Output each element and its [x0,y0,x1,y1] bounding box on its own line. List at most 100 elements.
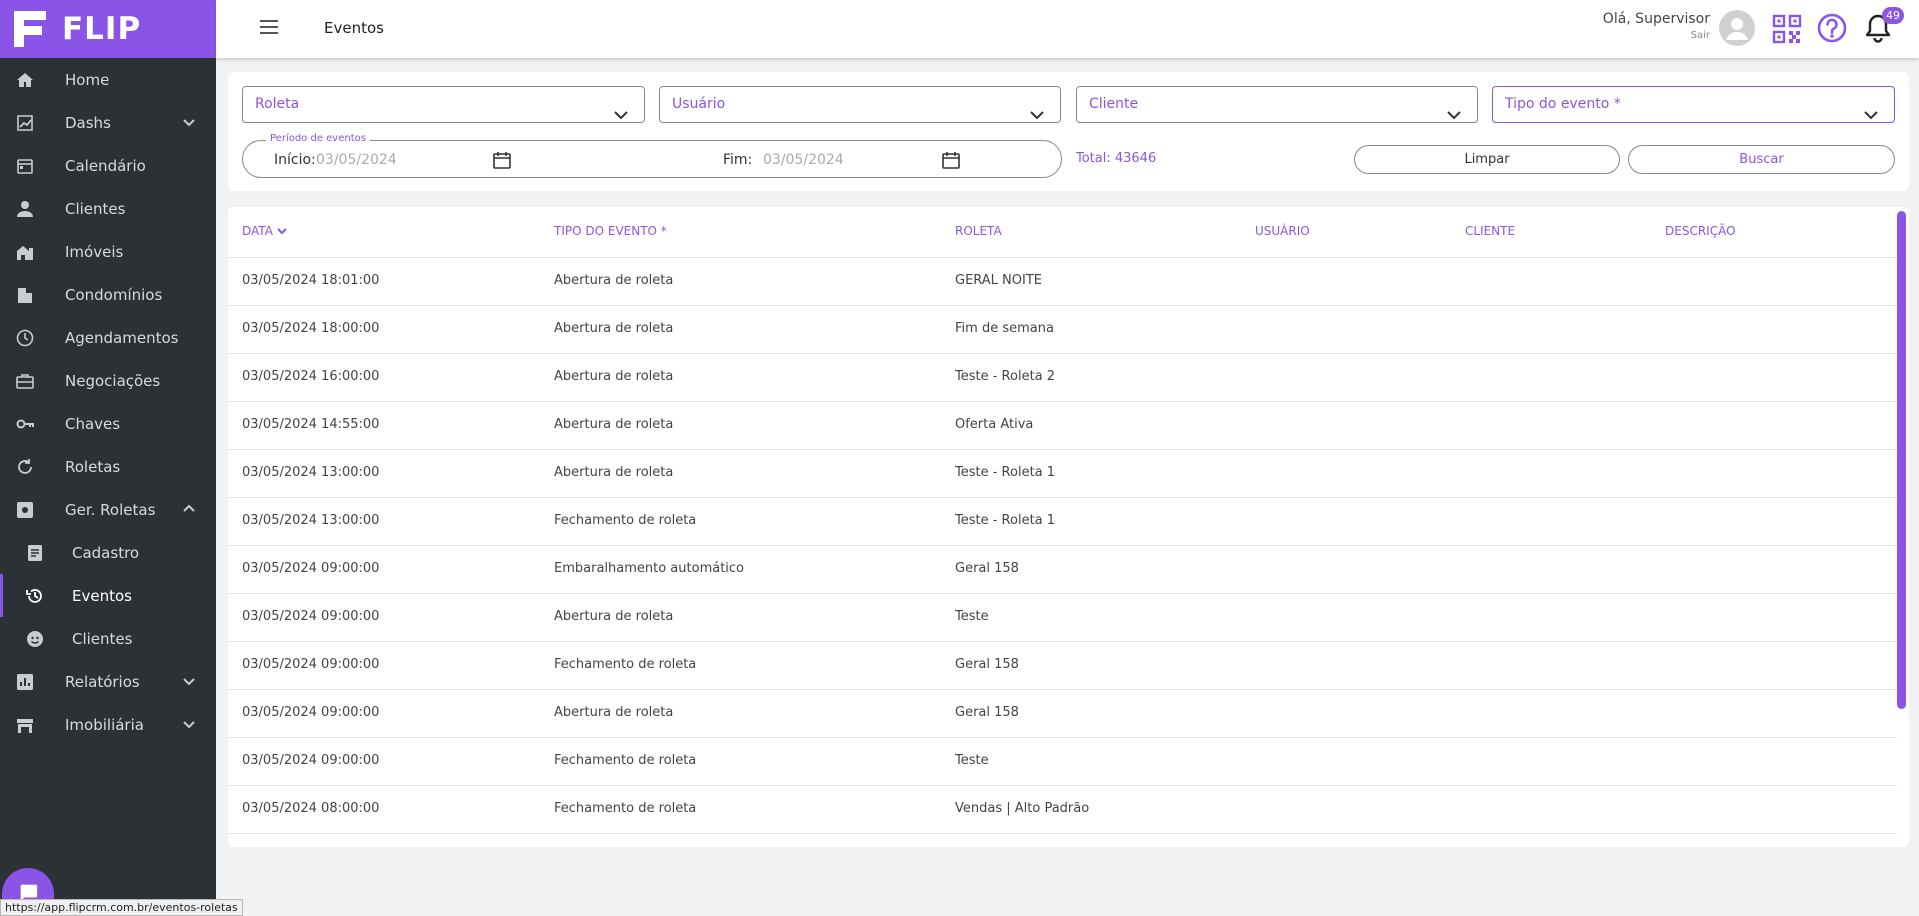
start-calendar-icon[interactable] [492,150,512,170]
history-icon [26,587,44,605]
table-row[interactable]: 03/05/2024 18:01:00 Abertura de roleta GER… [228,258,1897,306]
sidebar-item-label: Dashs [65,113,111,132]
logo[interactable]: FLIP [0,0,216,58]
table-row[interactable]: 03/05/2024 09:00:00 Abertura de roleta Tes… [228,594,1897,642]
column-header-cliente[interactable]: CLIENTE [1465,224,1515,238]
sidebar-item-roletas[interactable]: Roletas [0,445,216,488]
table-cell: 03/05/2024 09:00:00 [242,753,380,768]
sidebar-item-label: Agendamentos [65,328,179,347]
table-cell: 03/05/2024 13:00:00 [242,513,380,528]
menu-icon[interactable] [260,20,278,34]
end-calendar-icon[interactable] [941,150,961,170]
chevron-down-icon [614,99,628,120]
search-button[interactable]: Buscar [1628,145,1895,174]
sidebar-item-label: Relatórios [65,672,140,691]
table-cell: Oferta Ativa [955,417,1034,432]
tipo-evento-select-label: Tipo do evento * [1505,96,1621,112]
sidebar-item-relatorios[interactable]: Relatórios [0,660,216,703]
table-cell: 03/05/2024 18:00:00 [242,321,380,336]
tipo-evento-select[interactable]: Tipo do evento * [1492,86,1895,123]
sidebar-item-clientes[interactable]: Clientes [0,187,216,230]
home-icon [16,71,34,89]
cliente-select[interactable]: Cliente [1076,86,1478,123]
roleta-select-label: Roleta [255,96,300,112]
refresh-icon [16,458,34,476]
table-cell: Teste [955,609,989,624]
table-row[interactable]: 03/05/2024 14:55:00 Abertura de roleta Ofe… [228,402,1897,450]
clear-button[interactable]: Limpar [1354,145,1620,174]
sidebar-item-clientes[interactable]: Clientes [0,617,216,660]
roleta-select[interactable]: Roleta [242,86,645,123]
chevron-down-icon [1864,99,1878,120]
sidebar-item-negociacoes[interactable]: Negociações [0,359,216,402]
table-row[interactable]: 03/05/2024 09:00:00 Fechamento de roleta T… [228,738,1897,786]
table-cell: Teste - Roleta 1 [955,513,1056,528]
chevron-up-icon [182,502,196,516]
chevron-down-icon [182,674,196,688]
usuario-select-label: Usuário [672,96,726,112]
cliente-select-label: Cliente [1089,96,1139,112]
table-scrollbar[interactable] [1897,211,1906,709]
table-cell: Teste [955,753,989,768]
table-row[interactable]: 03/05/2024 16:00:00 Abertura de roleta Tes… [228,354,1897,402]
sidebar-item-imobiliaria[interactable]: Imobiliária [0,703,216,746]
sidebar-item-label: Clientes [72,629,133,648]
table-row[interactable]: 03/05/2024 13:00:00 Abertura de roleta Tes… [228,450,1897,498]
condo-icon [16,286,34,304]
table-cell: 03/05/2024 14:55:00 [242,417,380,432]
table-cell: Abertura de roleta [554,321,674,336]
sidebar-item-ger-roletas[interactable]: Ger. Roletas [0,488,216,531]
document-icon [26,544,44,562]
sidebar-item-cadastro[interactable]: Cadastro [0,531,216,574]
qr-code-icon[interactable] [1772,14,1802,44]
column-header-tipo-evento[interactable]: TIPO DO EVENTO * [554,224,667,238]
table-cell: Abertura de roleta [554,705,674,720]
table-cell: Abertura de roleta [554,273,674,288]
table-cell: Geral 158 [955,657,1019,672]
table-cell: 03/05/2024 18:01:00 [242,273,380,288]
sidebar-item-imoveis[interactable]: Imóveis [0,230,216,273]
table-row[interactable]: 03/05/2024 09:00:00 Embaralhamento automá… [228,546,1897,594]
sidebar-item-chaves[interactable]: Chaves [0,402,216,445]
sidebar-item-eventos[interactable]: Eventos [0,574,216,617]
chevron-down-icon [182,115,196,129]
column-header-roleta[interactable]: ROLETA [955,224,1002,238]
help-icon[interactable] [1816,12,1848,44]
table-cell: 03/05/2024 09:00:00 [242,657,380,672]
table-cell: Fechamento de roleta [554,753,697,768]
sidebar-item-label: Imobiliária [65,715,144,734]
logout-link[interactable]: Sair [1603,30,1710,41]
key-icon [16,415,34,433]
usuario-select[interactable]: Usuário [659,86,1061,123]
table-cell: Abertura de roleta [554,369,674,384]
sidebar-item-agendamentos[interactable]: Agendamentos [0,316,216,359]
sidebar-item-home[interactable]: Home [0,58,216,101]
sidebar-item-label: Eventos [72,586,132,605]
face-icon [26,630,44,648]
table-cell: Abertura de roleta [554,417,674,432]
sidebar-item-dashs[interactable]: Dashs [0,101,216,144]
sidebar-item-calendario[interactable]: Calendário [0,144,216,187]
app-name: FLIP [62,11,142,47]
briefcase-icon [16,372,34,390]
start-date-input[interactable]: 03/05/2024 [316,152,397,168]
table-row[interactable]: 03/05/2024 09:00:00 Abertura de roleta Ger… [228,690,1897,738]
column-header-descricao[interactable]: DESCRIÇÃO [1665,224,1736,238]
table-header: DATA TIPO DO EVENTO * ROLETA USUÁRIO CLI… [228,207,1897,258]
table-row[interactable]: 03/05/2024 18:00:00 Abertura de roleta Fim… [228,306,1897,354]
store-icon [16,716,34,734]
table-row[interactable]: 03/05/2024 09:00:00 Fechamento de roleta G… [228,642,1897,690]
table-cell: 03/05/2024 08:00:00 [242,801,380,816]
sidebar-item-label: Home [65,70,110,89]
sidebar-item-label: Cadastro [72,543,140,562]
sidebar-item-condominios[interactable]: Condomínios [0,273,216,316]
period-label: Período de eventos [266,133,370,144]
end-date-input[interactable]: 03/05/2024 [763,152,844,168]
end-date-label: Fim: [723,152,753,168]
column-header-data[interactable]: DATA [242,224,287,238]
table-row[interactable]: 03/05/2024 13:00:00 Fechamento de roleta T… [228,498,1897,546]
table-cell: Fechamento de roleta [554,801,697,816]
column-header-usuario[interactable]: USUÁRIO [1255,224,1310,238]
table-row[interactable]: 03/05/2024 08:00:00 Fechamento de roleta V… [228,786,1897,834]
avatar[interactable] [1719,10,1755,46]
